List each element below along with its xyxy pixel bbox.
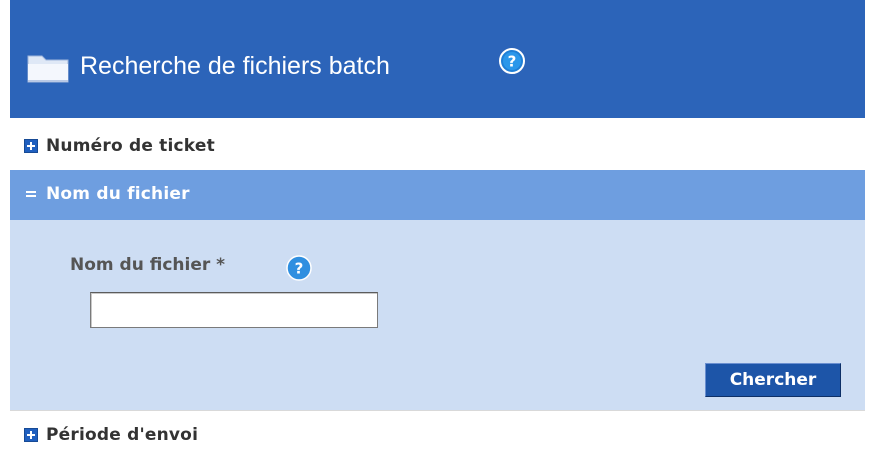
file-name-input[interactable] — [90, 292, 378, 328]
help-icon[interactable]: ? — [499, 48, 525, 74]
section-label: Numéro de ticket — [46, 136, 215, 156]
section-file-name[interactable]: Nom du fichier — [10, 170, 865, 220]
plus-icon[interactable] — [24, 139, 38, 153]
section-send-period[interactable]: Période d'envoi — [10, 410, 865, 461]
page-title: Recherche de fichiers batch — [80, 52, 390, 80]
minus-icon[interactable] — [24, 187, 38, 201]
file-name-form: Nom du fichier * ? Chercher — [10, 220, 865, 410]
svg-text:?: ? — [295, 260, 304, 278]
section-label: Période d'envoi — [46, 425, 199, 445]
search-button[interactable]: Chercher — [705, 363, 841, 397]
help-icon[interactable]: ? — [286, 255, 312, 281]
section-ticket-number[interactable]: Numéro de ticket — [10, 122, 865, 173]
svg-text:?: ? — [508, 53, 517, 71]
section-label: Nom du fichier — [46, 184, 190, 204]
file-name-label: Nom du fichier * — [70, 255, 226, 275]
panel-header: Recherche de fichiers batch ? — [10, 0, 865, 118]
batch-file-search-panel: Recherche de fichiers batch ? Numéro de … — [10, 0, 865, 461]
folder-icon — [27, 55, 69, 83]
plus-icon[interactable] — [24, 428, 38, 442]
